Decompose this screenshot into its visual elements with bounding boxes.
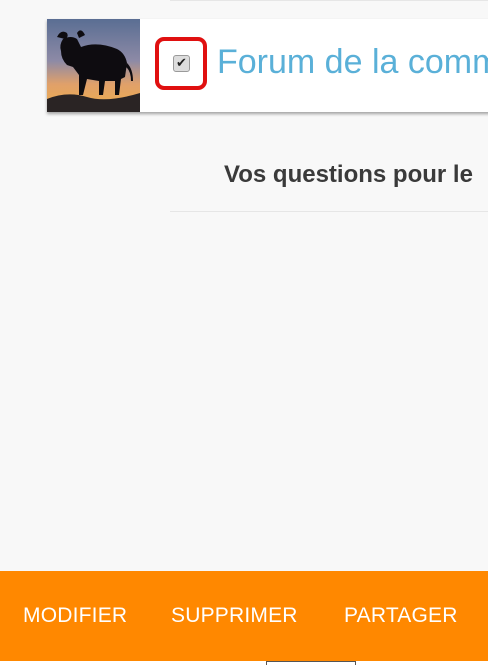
bottom-strip — [0, 661, 488, 665]
bottom-tab[interactable] — [266, 661, 356, 665]
share-button[interactable]: PARTAGER — [344, 603, 458, 629]
forum-card[interactable]: ✔ Forum de la comm — [47, 19, 488, 112]
bull-silhouette-image — [47, 19, 140, 112]
checkbox-highlight: ✔ — [155, 37, 207, 90]
delete-button[interactable]: SUPPRIMER — [171, 603, 298, 629]
forum-title-link[interactable]: Forum de la comm — [217, 42, 488, 82]
forum-select-checkbox[interactable]: ✔ — [173, 55, 190, 72]
checkmark-icon: ✔ — [176, 56, 187, 71]
forum-description: Vos questions pour le — [224, 161, 473, 188]
action-bar: MODIFIER SUPPRIMER PARTAGER — [0, 571, 488, 661]
forum-thumbnail — [47, 19, 140, 112]
modify-button[interactable]: MODIFIER — [23, 603, 127, 629]
content-divider — [170, 211, 488, 212]
page: ✔ Forum de la comm Vos questions pour le… — [0, 0, 488, 665]
top-divider — [170, 0, 488, 1]
